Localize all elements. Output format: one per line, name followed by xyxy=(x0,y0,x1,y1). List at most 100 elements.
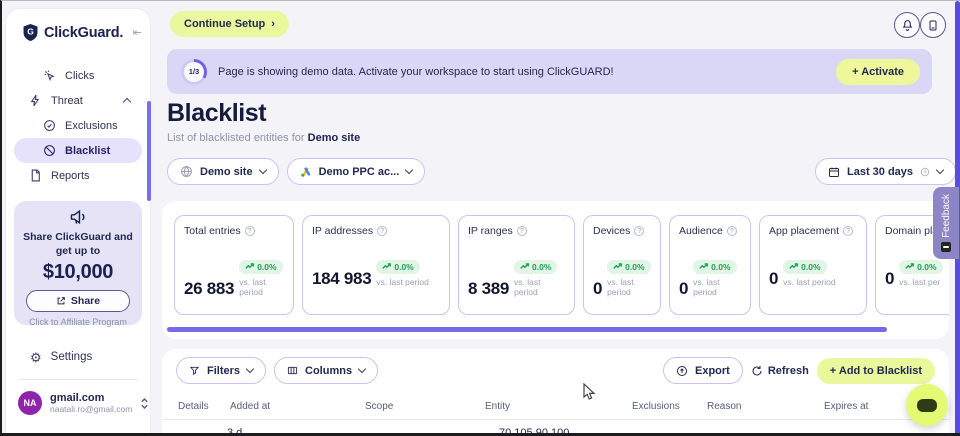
stat-value: 8 389 xyxy=(468,280,509,297)
help-icon[interactable]: ? xyxy=(727,226,737,236)
stat-card-total-entries: Total entries? 26 883 0.0% vs. last peri… xyxy=(174,215,294,315)
column-header-expires-at[interactable]: Expires at xyxy=(824,401,868,412)
settings-label: Settings xyxy=(51,351,93,363)
book-icon xyxy=(927,19,939,32)
stat-value: 26 883 xyxy=(184,280,234,297)
trend-up-icon xyxy=(382,263,391,270)
blacklist-table-panel: Filters Columns Export Refre xyxy=(162,349,949,436)
chevron-down-icon xyxy=(358,365,366,373)
megaphone-icon xyxy=(69,209,87,225)
chevron-down-icon xyxy=(246,365,254,373)
affiliate-promo-card[interactable]: Share ClickGuard and get up to $10,000 S… xyxy=(14,201,142,325)
sidebar-item-reports[interactable]: Reports xyxy=(6,163,150,188)
column-header-scope[interactable]: Scope xyxy=(365,401,393,412)
refresh-button[interactable]: Refresh xyxy=(751,365,809,377)
sidebar-item-label: Clicks xyxy=(65,70,94,82)
chevron-down-icon xyxy=(936,166,944,174)
stat-label: Total entries xyxy=(184,225,241,237)
stat-label: IP addresses xyxy=(312,225,373,237)
column-header-exclusions[interactable]: Exclusions xyxy=(632,401,680,412)
stat-delta: 0.0% xyxy=(625,262,644,272)
site-selector-value: Demo site xyxy=(200,166,253,178)
column-header-added-at[interactable]: Added at xyxy=(230,401,270,412)
trend-up-icon xyxy=(613,263,622,270)
filters-button[interactable]: Filters xyxy=(176,357,266,384)
column-header-reason[interactable]: Reason xyxy=(707,401,741,412)
promo-line1: Share ClickGuard and xyxy=(14,230,142,244)
stat-delta: 0.0% xyxy=(711,262,730,272)
setup-progress-ring: 1/3 xyxy=(181,59,207,85)
activate-button[interactable]: + Activate xyxy=(836,59,920,85)
ppc-account-selector[interactable]: Demo PPC ac... xyxy=(287,158,426,185)
share-button[interactable]: Share xyxy=(26,290,130,312)
sidebar-scrollbar[interactable] xyxy=(147,101,151,201)
stats-horizontal-scrollbar[interactable] xyxy=(167,327,887,332)
user-email: naatali.ro@gmail.com xyxy=(50,404,132,414)
page-subtitle-target: Demo site xyxy=(308,132,361,144)
stat-delta: 0.0% xyxy=(257,262,276,272)
sidebar-item-label: Exclusions xyxy=(65,120,118,132)
columns-button[interactable]: Columns xyxy=(274,357,378,384)
sidebar-item-settings[interactable]: ⚙ Settings xyxy=(6,345,150,369)
ban-icon xyxy=(43,144,56,157)
add-to-blacklist-button[interactable]: + Add to Blacklist xyxy=(817,358,935,384)
stat-delta: 0.0% xyxy=(917,262,936,272)
column-header-details[interactable]: Details xyxy=(178,401,209,412)
continue-setup-button[interactable]: Continue Setup › xyxy=(170,11,289,37)
demo-data-banner: 1/3 Page is showing demo data. Activate … xyxy=(167,49,932,94)
date-range-selector[interactable]: Last 30 days xyxy=(815,158,956,185)
stat-label: IP ranges xyxy=(468,225,513,237)
chevron-down-icon xyxy=(405,166,413,174)
sidebar-item-threat[interactable]: Threat xyxy=(6,88,150,113)
feedback-icon xyxy=(941,242,951,252)
globe-icon xyxy=(180,165,193,178)
user-menu[interactable]: NA gmail.com naatali.ro@gmail.com xyxy=(18,391,140,415)
chat-launcher-button[interactable] xyxy=(906,384,948,426)
stat-caption: vs. last period xyxy=(607,277,651,297)
sidebar-nav: Clicks Threat Exclusions Blacklist xyxy=(6,63,150,188)
clock-icon xyxy=(920,167,930,177)
columns-icon xyxy=(287,365,298,376)
help-icon[interactable]: ? xyxy=(377,226,387,236)
stat-caption: vs. last period xyxy=(376,277,440,287)
help-icon[interactable]: ? xyxy=(245,226,255,236)
export-icon xyxy=(676,365,688,377)
ppc-account-value: Demo PPC ac... xyxy=(319,166,400,178)
share-button-label: Share xyxy=(71,295,100,307)
stat-value: 0 xyxy=(593,280,602,297)
export-button[interactable]: Export xyxy=(663,357,743,384)
help-icon[interactable]: ? xyxy=(634,226,644,236)
trend-up-icon xyxy=(905,263,914,270)
stat-card-audience: Audience? 0 0.0% vs. last period xyxy=(669,215,751,315)
stat-caption: vs. last period xyxy=(693,277,741,297)
sidebar: G ClickGuard. ⇤ Clicks Threat xyxy=(6,9,150,436)
notifications-button[interactable] xyxy=(894,12,920,38)
sidebar-item-label: Blacklist xyxy=(65,145,110,157)
stat-label: Audience xyxy=(679,225,723,237)
stat-value: 184 983 xyxy=(312,270,371,287)
avatar: NA xyxy=(18,391,42,415)
trend-up-icon xyxy=(789,263,798,270)
table-row[interactable]: 3 d 70.105.90.100 xyxy=(162,427,949,436)
collapse-sidebar-icon[interactable]: ⇤ xyxy=(133,26,142,39)
help-icon[interactable]: ? xyxy=(517,226,527,236)
lightning-icon xyxy=(29,94,42,107)
sidebar-divider xyxy=(18,379,138,380)
filters-button-label: Filters xyxy=(207,365,240,377)
page-subtitle-text: List of blacklisted entities for xyxy=(167,132,305,144)
stat-caption: vs. last period xyxy=(239,277,284,297)
column-header-entity[interactable]: Entity xyxy=(485,401,510,412)
app-root: G ClickGuard. ⇤ Clicks Threat xyxy=(0,0,960,436)
feedback-tab[interactable]: Feedback xyxy=(933,187,959,259)
continue-setup-label: Continue Setup xyxy=(184,18,265,30)
stat-value: 0 xyxy=(885,270,894,287)
sidebar-item-exclusions[interactable]: Exclusions xyxy=(6,113,150,138)
site-selector[interactable]: Demo site xyxy=(167,158,279,185)
sidebar-item-blacklist[interactable]: Blacklist xyxy=(14,138,142,163)
funnel-icon xyxy=(189,365,200,376)
sidebar-item-clicks[interactable]: Clicks xyxy=(6,63,150,88)
help-icon[interactable]: ? xyxy=(843,226,853,236)
table-header-divider xyxy=(162,419,949,420)
knowledge-base-button[interactable] xyxy=(920,12,946,38)
user-name: gmail.com xyxy=(50,392,132,404)
